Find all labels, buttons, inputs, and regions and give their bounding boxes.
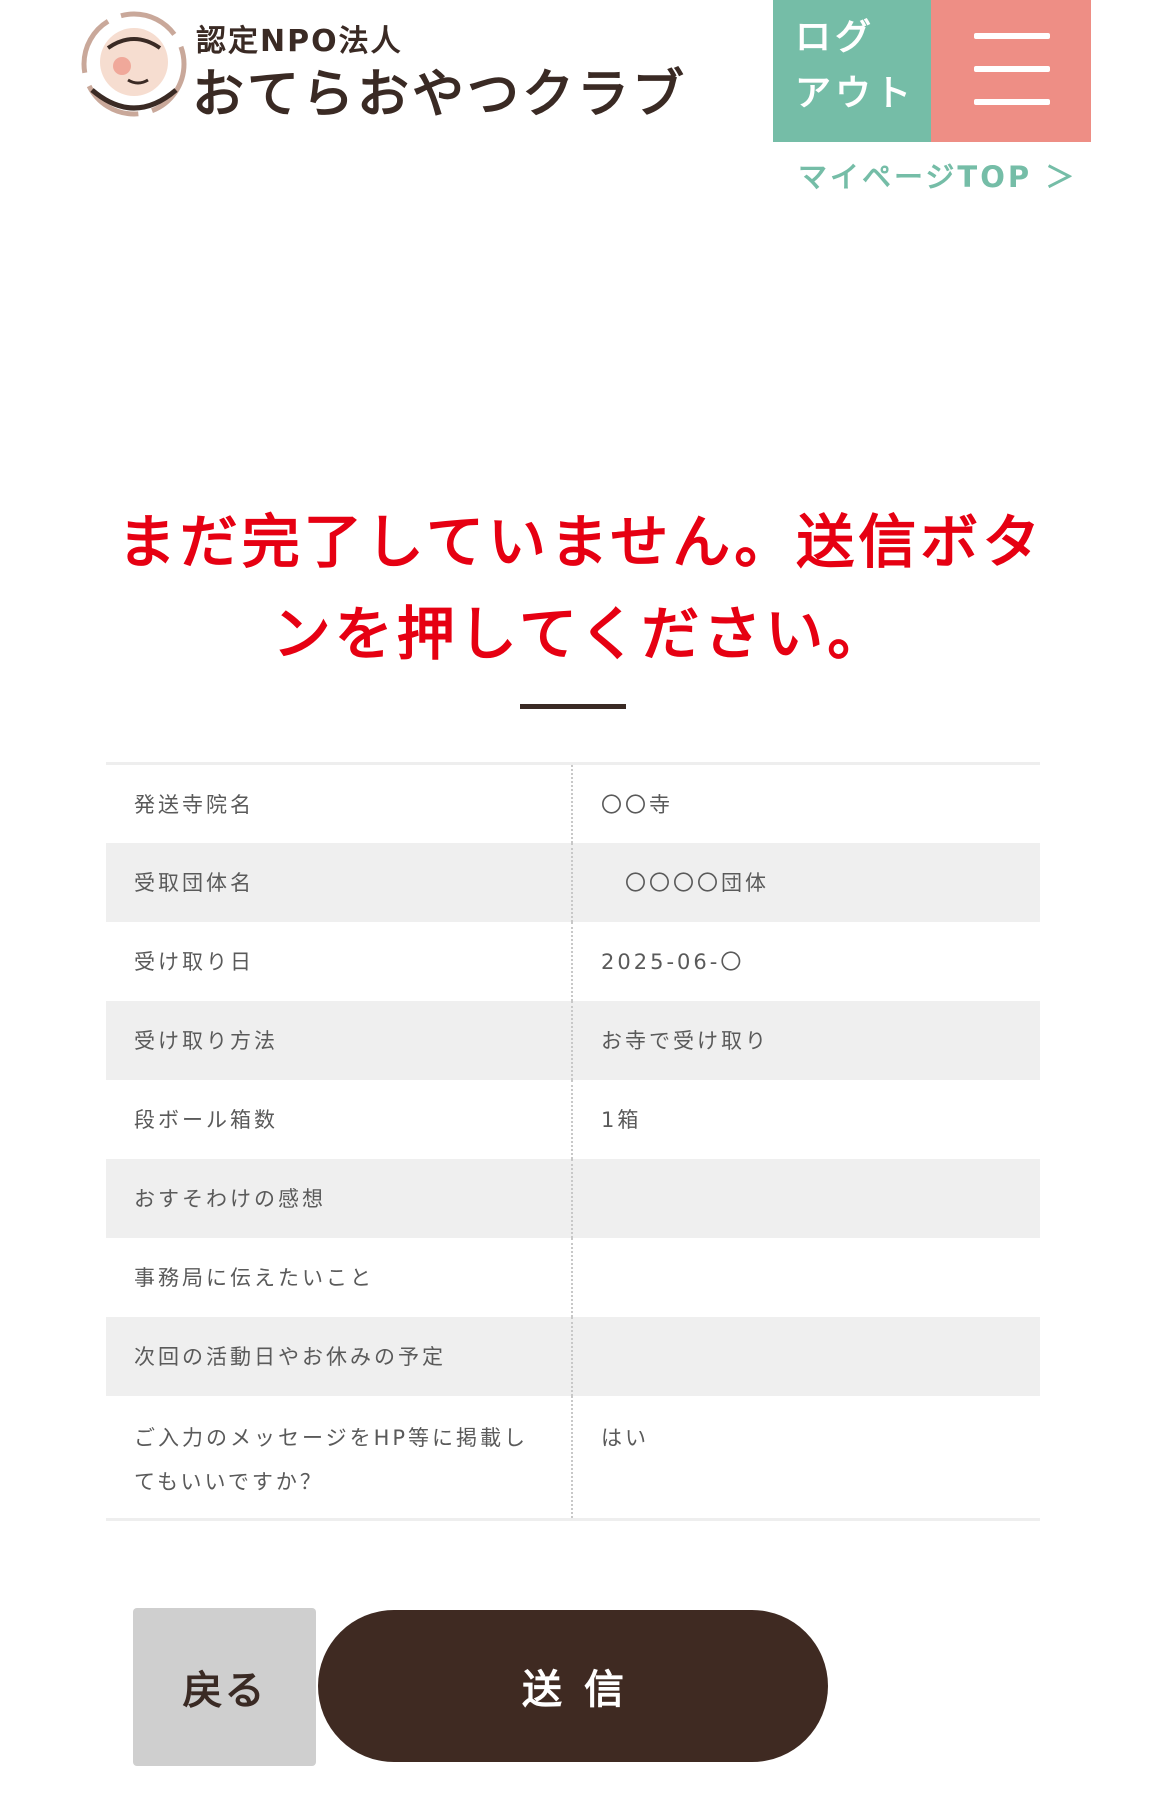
table-row: 受け取り方法 お寺で受け取り xyxy=(106,1000,1040,1080)
row-value xyxy=(572,1316,1040,1396)
row-label: 受け取り日 xyxy=(106,921,573,1001)
row-value: 〇〇〇〇団体 xyxy=(572,842,1040,922)
row-value: 〇〇寺 xyxy=(601,792,673,817)
incomplete-warning: まだ完了していません。送信ボタ ンを押してください。 xyxy=(80,496,1082,680)
site-logo[interactable]: 認定NPO法人 おてらおやつクラブ xyxy=(78,8,718,125)
table-row: 受取団体名 〇〇〇〇団体 xyxy=(106,842,1040,922)
warning-line-1: まだ完了していません。送信ボタ xyxy=(117,508,1045,576)
row-label: 発送寺院名 xyxy=(106,763,573,843)
table-row: 事務局に伝えたいこと xyxy=(106,1237,1040,1317)
row-label: 段ボール箱数 xyxy=(106,1079,573,1159)
submit-button[interactable]: 送信 xyxy=(318,1610,828,1762)
table-row: ご入力のメッセージをHP等に掲載してもいいですか？ はい xyxy=(106,1395,1040,1520)
row-label: 次回の活動日やお休みの予定 xyxy=(106,1316,573,1396)
table-row: おすそわけの感想 xyxy=(106,1158,1040,1238)
table-row: 受け取り日 2025-06-〇 xyxy=(106,921,1040,1001)
logo-icon xyxy=(81,11,187,117)
row-value xyxy=(572,1238,1040,1317)
table-row: 段ボール箱数 1箱 xyxy=(106,1079,1040,1159)
row-value: 2025-06-〇 xyxy=(601,950,745,974)
row-label: 事務局に伝えたいこと xyxy=(106,1237,573,1317)
logout-label-line1: ログ xyxy=(795,17,876,58)
row-label: おすそわけの感想 xyxy=(106,1158,573,1238)
row-value xyxy=(572,1158,1040,1238)
mypage-top-link[interactable]: マイページTOP ＞ xyxy=(798,154,1077,196)
back-button[interactable]: 戻る xyxy=(133,1608,316,1766)
warning-line-2: ンを押してください。 xyxy=(272,600,890,668)
confirmation-table: 発送寺院名 〇〇寺 受取団体名 〇〇〇〇団体 受け取り日 2025-06-〇 受… xyxy=(106,762,1040,1521)
hamburger-menu-button[interactable] xyxy=(931,0,1091,142)
row-value: はい xyxy=(601,1425,649,1450)
row-label: 受取団体名 xyxy=(106,842,573,922)
table-row: 発送寺院名 〇〇寺 xyxy=(106,763,1040,843)
row-value: 1箱 xyxy=(601,1108,642,1132)
logout-label-line2: アウト xyxy=(795,73,916,114)
logout-button[interactable]: ログ アウト xyxy=(773,0,931,142)
site-header: 認定NPO法人 おてらおやつクラブ ログ アウト マイページTOP ＞ xyxy=(0,0,1162,200)
row-value: お寺で受け取り xyxy=(572,1000,1040,1080)
section-divider xyxy=(520,704,626,709)
logo-title: おてらおやつクラブ xyxy=(192,65,688,125)
row-label: ご入力のメッセージをHP等に掲載してもいいですか？ xyxy=(106,1395,573,1520)
table-row: 次回の活動日やお休みの予定 xyxy=(106,1316,1040,1396)
row-label: 受け取り方法 xyxy=(106,1000,573,1080)
